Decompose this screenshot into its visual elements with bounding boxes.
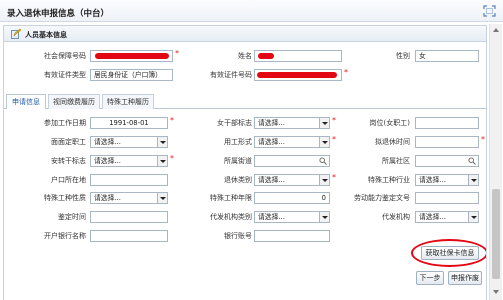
position-label: 岗位(女职工) — [369, 119, 410, 127]
community-field[interactable] — [415, 155, 479, 167]
required-mark: * — [175, 49, 179, 58]
required-mark: * — [170, 154, 174, 163]
bank-name-field[interactable] — [90, 230, 168, 242]
special-nature-select[interactable]: 请选择... — [90, 192, 168, 204]
face-label: 面面定职工 — [51, 138, 86, 146]
select-value: 请选择... — [258, 138, 285, 146]
labor-doc-field[interactable] — [415, 192, 479, 204]
hukou-label: 户口所在地 — [51, 176, 86, 184]
labor-doc-label: 劳动能力鉴定文号 — [354, 194, 410, 202]
chevron-down-icon — [157, 193, 167, 203]
vertical-scrollbar[interactable] — [489, 24, 502, 300]
scroll-thumb[interactable] — [492, 189, 500, 279]
required-mark: * — [344, 68, 348, 77]
chevron-down-icon — [319, 137, 329, 147]
chevron-down-icon — [319, 118, 329, 128]
special-years-field[interactable]: 0 — [254, 192, 330, 204]
street-field[interactable] — [254, 155, 330, 167]
gender-field[interactable]: 女 — [415, 50, 479, 62]
retire-category-label: 退休类别 — [224, 176, 252, 184]
edit-icon — [11, 29, 21, 39]
work-start-label: 参加工作日期 — [44, 119, 86, 127]
scroll-down-icon[interactable] — [493, 290, 499, 294]
name-field[interactable] — [254, 50, 342, 62]
ss-number-field[interactable] — [90, 50, 173, 62]
agent-type-select[interactable]: 请选择... — [254, 211, 330, 223]
select-value: 请选择... — [94, 157, 121, 165]
id-type-label: 有效证件类型 — [44, 71, 86, 79]
agent-label: 代发机构 — [382, 213, 410, 221]
tab-bar: 申请信息 视同缴费履历 特殊工种履历 — [4, 94, 486, 109]
special-nature-label: 特殊工种性质 — [44, 194, 86, 202]
agent-select[interactable]: 请选择... — [415, 211, 479, 223]
declare-void-button[interactable]: 申报作废 — [448, 271, 482, 285]
select-value: 请选择... — [258, 213, 285, 221]
chevron-down-icon — [319, 175, 329, 185]
search-icon[interactable] — [468, 157, 476, 165]
redaction-mark — [258, 53, 274, 59]
required-mark: * — [332, 116, 336, 125]
window-title: 录入退休申报信息（中台） — [7, 9, 110, 19]
proposed-retire-field[interactable] — [415, 136, 479, 148]
id-number-label: 有效证件号码 — [210, 71, 252, 79]
section-title: 人员基本信息 — [25, 31, 67, 39]
search-icon[interactable] — [319, 157, 327, 165]
select-value: 请选择... — [419, 176, 446, 184]
chevron-down-icon — [319, 212, 329, 222]
redaction-mark — [257, 72, 337, 78]
section-header: 人员基本信息 — [4, 26, 486, 42]
community-label: 所属社区 — [382, 157, 410, 165]
required-mark: * — [170, 116, 174, 125]
chevron-down-icon — [468, 175, 478, 185]
tab-special-job-history[interactable]: 特殊工种履历 — [102, 94, 154, 109]
street-label: 所属街道 — [224, 157, 252, 165]
ss-number-label: 社会保障号码 — [44, 52, 86, 60]
special-years-label: 特殊工种年限 — [210, 194, 252, 202]
appraisal-time-field[interactable] — [90, 211, 168, 223]
appraisal-time-label: 鉴定时间 — [58, 213, 86, 221]
tab-contribution-history[interactable]: 视同缴费履历 — [48, 94, 100, 109]
required-mark: * — [332, 135, 336, 144]
redaction-mark — [95, 53, 169, 59]
bank-name-label: 开户银行名称 — [44, 232, 86, 240]
employment-form-label: 用工形式 — [224, 138, 252, 146]
face-select[interactable]: 请选择... — [90, 136, 168, 148]
chevron-down-icon — [157, 137, 167, 147]
window-titlebar: 录入退休申报信息（中台） — [0, 0, 503, 22]
transfer-label: 安转干标志 — [51, 157, 86, 165]
chevron-down-icon — [468, 212, 478, 222]
hukou-field[interactable] — [90, 174, 168, 186]
required-mark: * — [481, 135, 485, 144]
gender-label: 性别 — [396, 52, 410, 60]
work-start-date-field[interactable]: 1991-08-01 — [90, 117, 168, 129]
name-label: 姓名 — [238, 52, 252, 60]
form-panel: 人员基本信息 社会保障号码 * 姓名 性别 女 有效证件类型 居民身份证（户口簿… — [3, 25, 487, 300]
employment-form-select[interactable]: 请选择... — [254, 136, 330, 148]
retire-category-select[interactable]: 请选择... — [254, 174, 330, 186]
maximize-icon[interactable] — [483, 5, 496, 17]
special-industry-select[interactable]: 请选择... — [415, 174, 479, 186]
select-value: 请选择... — [94, 194, 121, 202]
select-value: 请选择... — [258, 119, 285, 127]
bank-account-field[interactable] — [254, 230, 330, 242]
id-type-field[interactable]: 居民身份证（户口簿） — [90, 69, 173, 81]
id-number-field[interactable] — [254, 69, 342, 81]
highlight-ring — [411, 239, 486, 267]
bank-account-label: 银行账号 — [224, 232, 252, 240]
transfer-select[interactable]: 请选择... — [90, 155, 168, 167]
select-value: 请选择... — [258, 176, 285, 184]
next-button[interactable]: 下一步 — [416, 271, 444, 285]
agent-type-label: 代发机构类别 — [210, 213, 252, 221]
required-mark: * — [332, 173, 336, 182]
proposed-retire-label: 拟退休时间 — [375, 138, 410, 146]
position-field[interactable] — [415, 117, 479, 129]
special-industry-label: 特殊工种行业 — [368, 176, 410, 184]
female-cadre-select[interactable]: 请选择... — [254, 117, 330, 129]
female-cadre-label: 女干部标志 — [217, 119, 252, 127]
tab-application-info[interactable]: 申请信息 — [6, 94, 46, 109]
select-value: 请选择... — [94, 138, 121, 146]
chevron-down-icon — [157, 156, 167, 166]
select-value: 请选择... — [419, 213, 446, 221]
scroll-up-icon[interactable] — [493, 28, 499, 32]
